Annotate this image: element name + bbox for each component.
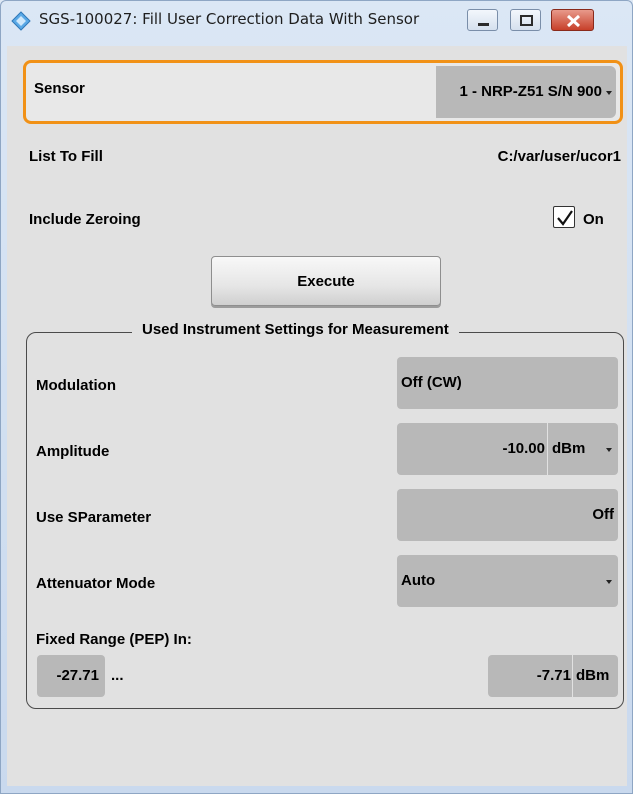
app-diamond-icon — [11, 11, 31, 31]
sensor-value: 1 - NRP-Z51 S/N 900 — [459, 83, 602, 100]
include-zeroing-state: On — [583, 211, 604, 228]
dialog-window: SGS-100027: Fill User Correction Data Wi… — [0, 0, 633, 794]
minimize-icon — [478, 23, 489, 26]
unit-separator — [572, 655, 573, 697]
execute-button[interactable]: Execute — [211, 256, 441, 306]
use-sparameter-value: Off — [592, 506, 614, 523]
modulation-field[interactable]: Off (CW) — [397, 357, 618, 409]
fixed-range-min-field[interactable]: -27.71 — [37, 655, 105, 697]
use-sparameter-field[interactable]: Off — [397, 489, 618, 541]
fixed-range-max-value: -7.71 — [536, 667, 571, 684]
window-title: SGS-100027: Fill User Correction Data Wi… — [39, 10, 420, 28]
restore-icon — [520, 15, 533, 26]
fixed-range-label: Fixed Range (PEP) In: — [36, 631, 192, 648]
fixed-range-separator: ... — [111, 667, 124, 684]
chevron-down-icon — [606, 580, 612, 584]
fixed-range-min-value: -27.71 — [56, 667, 99, 684]
dialog-footer — [7, 736, 627, 786]
dialog-content: Sensor 1 - NRP-Z51 S/N 900 List To Fill … — [7, 46, 627, 786]
fixed-range-max-field[interactable]: -7.71 dBm — [488, 655, 618, 697]
chevron-down-icon — [606, 448, 612, 452]
modulation-value: Off (CW) — [401, 374, 462, 391]
include-zeroing-checkbox[interactable] — [553, 206, 575, 228]
sensor-label: Sensor — [34, 80, 85, 97]
attenuator-mode-value: Auto — [401, 572, 436, 589]
include-zeroing-label: Include Zeroing — [29, 211, 141, 228]
modulation-label: Modulation — [36, 377, 116, 394]
attenuator-mode-select[interactable]: Auto — [397, 555, 618, 607]
amplitude-value: -10.00 — [502, 440, 545, 457]
group-title: Used Instrument Settings for Measurement — [132, 321, 459, 338]
list-to-fill-label: List To Fill — [29, 148, 103, 165]
amplitude-field[interactable]: -10.00 dBm — [397, 423, 618, 475]
list-to-fill-value[interactable]: C:/var/user/ucor1 — [498, 148, 621, 165]
minimize-button[interactable] — [467, 9, 498, 31]
checkmark-icon — [557, 210, 573, 226]
sensor-row[interactable]: Sensor 1 - NRP-Z51 S/N 900 — [23, 60, 623, 124]
measurement-settings-group: Used Instrument Settings for Measurement… — [26, 321, 624, 709]
fixed-range-unit: dBm — [576, 667, 610, 684]
unit-separator — [547, 423, 548, 475]
chevron-down-icon — [606, 91, 612, 95]
sensor-select[interactable]: 1 - NRP-Z51 S/N 900 — [436, 66, 616, 118]
attenuator-mode-label: Attenuator Mode — [36, 575, 156, 592]
use-sparameter-label: Use SParameter — [36, 509, 152, 526]
amplitude-label: Amplitude — [36, 443, 110, 460]
amplitude-unit[interactable]: dBm — [552, 440, 585, 457]
close-button[interactable] — [551, 9, 594, 31]
restore-button[interactable] — [510, 9, 541, 31]
close-icon — [566, 14, 581, 28]
